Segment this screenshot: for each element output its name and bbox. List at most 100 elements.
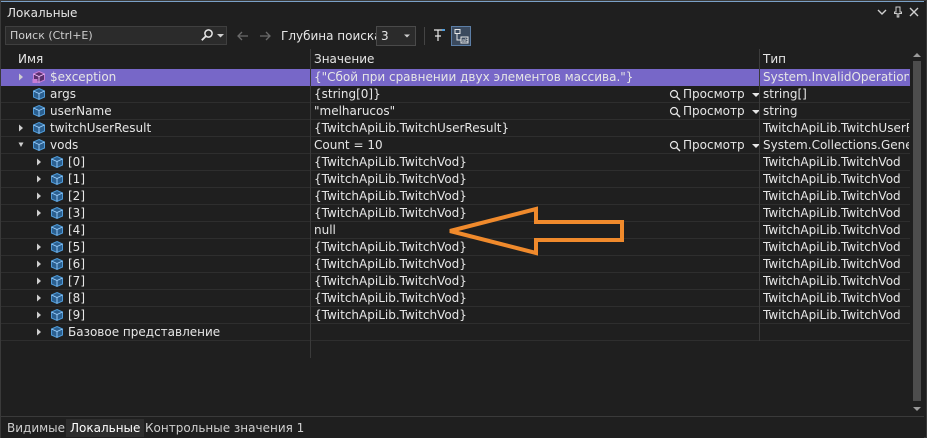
column-divider — [759, 307, 760, 324]
row-value[interactable]: {string[0]} — [314, 87, 664, 101]
hex-display-toggle[interactable]: ab — [451, 26, 471, 46]
tab-locals[interactable]: Локальные — [66, 419, 145, 437]
expand-icon[interactable] — [36, 209, 42, 217]
table-row[interactable]: [2] {TwitchApiLib.TwitchVod} TwitchApiLib.… — [1, 188, 910, 205]
table-row[interactable]: Базовое представление — [1, 324, 910, 341]
column-header-type[interactable]: Тип — [763, 52, 786, 66]
close-window-button[interactable] — [907, 5, 921, 19]
table-row[interactable]: twitchUserResult {TwitchApiLib.TwitchUser… — [1, 120, 910, 137]
expand-icon[interactable] — [36, 243, 42, 251]
table-row[interactable]: [7] {TwitchApiLib.TwitchVod} TwitchApiLib.… — [1, 273, 910, 290]
object-icon — [32, 104, 46, 118]
table-row[interactable]: [0] {TwitchApiLib.TwitchVod} TwitchApiLib.… — [1, 154, 910, 171]
row-name: [0] — [68, 155, 85, 169]
search-button[interactable] — [200, 28, 214, 43]
row-value[interactable]: "melharucos" — [314, 104, 664, 118]
row-value[interactable]: {TwitchApiLib.TwitchVod} — [314, 257, 664, 271]
table-row[interactable]: args {string[0]} Просмотр string[] — [1, 86, 910, 103]
search-input[interactable] — [10, 28, 190, 43]
tab-watch-1[interactable]: Контрольные значения 1 — [141, 419, 308, 437]
pin-window-button[interactable] — [891, 5, 905, 19]
close-icon — [909, 7, 919, 17]
row-name: vods — [50, 138, 79, 152]
row-value[interactable]: {TwitchApiLib.TwitchVod} — [314, 291, 664, 305]
row-value[interactable]: {TwitchApiLib.TwitchUserResult} — [314, 121, 664, 135]
row-name: Базовое представление — [68, 325, 221, 339]
expand-icon[interactable] — [36, 311, 42, 319]
scrollbar-thumb[interactable] — [913, 61, 921, 401]
row-value[interactable]: {TwitchApiLib.TwitchVod} — [314, 189, 664, 203]
search-icon — [201, 29, 213, 41]
vertical-scrollbar[interactable] — [910, 49, 924, 415]
row-name: twitchUserResult — [50, 121, 152, 135]
row-value[interactable]: {TwitchApiLib.TwitchVod} — [314, 274, 664, 288]
toolbar: Глубина поиска: 3 ab — [1, 24, 924, 49]
row-type: string[] — [763, 87, 807, 101]
annotation-arrow — [449, 206, 624, 256]
search-depth-select[interactable]: 3 — [376, 26, 416, 46]
scroll-up-icon[interactable] — [913, 51, 921, 59]
row-value[interactable]: {TwitchApiLib.TwitchVod} — [314, 308, 664, 322]
object-icon — [50, 257, 64, 271]
expand-icon[interactable] — [36, 192, 42, 200]
column-resizer[interactable] — [310, 49, 311, 69]
column-resizer[interactable] — [759, 49, 760, 69]
view-visualizer-button[interactable]: Просмотр — [669, 87, 761, 101]
row-type: TwitchApiLib.TwitchVod — [763, 189, 901, 203]
expand-icon[interactable] — [36, 294, 42, 302]
row-value[interactable]: Count = 10 — [314, 138, 664, 152]
column-divider — [759, 324, 760, 341]
row-value[interactable]: {TwitchApiLib.TwitchVod} — [314, 155, 664, 169]
expand-icon[interactable] — [36, 260, 42, 268]
tab-autos[interactable]: Видимые — [3, 419, 69, 437]
table-row[interactable]: vods Count = 10 Просмотр System.Collections… — [1, 137, 910, 154]
table-row[interactable]: userName "melharucos" Просмотр string — [1, 103, 910, 120]
column-header-name[interactable]: Имя — [18, 52, 43, 66]
column-divider — [310, 273, 311, 290]
expand-icon[interactable] — [36, 175, 42, 183]
expand-icon[interactable] — [36, 328, 42, 336]
search-forward-button[interactable] — [257, 28, 273, 44]
table-row[interactable]: [6] {TwitchApiLib.TwitchVod} TwitchApiLib.… — [1, 256, 910, 273]
row-value[interactable]: {"Сбой при сравнении двух элементов масс… — [314, 70, 664, 84]
object-icon — [50, 189, 64, 203]
search-back-button[interactable] — [235, 28, 251, 44]
object-icon — [50, 223, 64, 237]
row-type: System.Collections.Gener... — [763, 138, 909, 152]
pin-to-source-button[interactable] — [430, 26, 450, 46]
view-visualizer-button[interactable]: Просмотр — [669, 104, 761, 118]
row-name: [8] — [68, 291, 85, 305]
row-name: [5] — [68, 240, 85, 254]
column-header-value[interactable]: Значение — [314, 52, 374, 66]
row-type: TwitchApiLib.TwitchVod — [763, 274, 901, 288]
row-value[interactable]: {TwitchApiLib.TwitchVod} — [314, 172, 664, 186]
table-row[interactable]: [9] {TwitchApiLib.TwitchVod} TwitchApiLib.… — [1, 307, 910, 324]
column-divider — [310, 188, 311, 205]
table-row[interactable]: $exception {"Сбой при сравнении двух элем… — [1, 69, 910, 86]
window-options-button[interactable] — [875, 5, 889, 19]
table-row[interactable]: [1] {TwitchApiLib.TwitchVod} TwitchApiLib.… — [1, 171, 910, 188]
hierarchy-icon: ab — [454, 29, 469, 44]
pin-icon — [894, 6, 902, 18]
expand-icon[interactable] — [36, 277, 42, 285]
object-icon — [50, 240, 64, 254]
view-label: Просмотр — [683, 138, 745, 152]
row-name: [7] — [68, 274, 85, 288]
row-name: [4] — [68, 223, 85, 237]
view-visualizer-button[interactable]: Просмотр — [669, 138, 761, 152]
scroll-down-icon[interactable] — [913, 405, 921, 413]
search-box — [5, 26, 227, 45]
expand-icon[interactable] — [18, 73, 24, 81]
column-divider — [759, 120, 760, 137]
table-row[interactable]: [8] {TwitchApiLib.TwitchVod} TwitchApiLib.… — [1, 290, 910, 307]
row-name: userName — [50, 104, 112, 118]
collapse-icon[interactable] — [18, 141, 24, 149]
row-type: TwitchApiLib.TwitchUserR... — [763, 121, 909, 135]
column-divider — [759, 273, 760, 290]
expand-icon[interactable] — [18, 124, 24, 132]
expand-icon[interactable] — [36, 158, 42, 166]
search-options-dropdown[interactable] — [216, 28, 225, 43]
column-divider — [759, 103, 760, 120]
object-icon — [32, 138, 46, 152]
column-divider — [759, 222, 760, 239]
